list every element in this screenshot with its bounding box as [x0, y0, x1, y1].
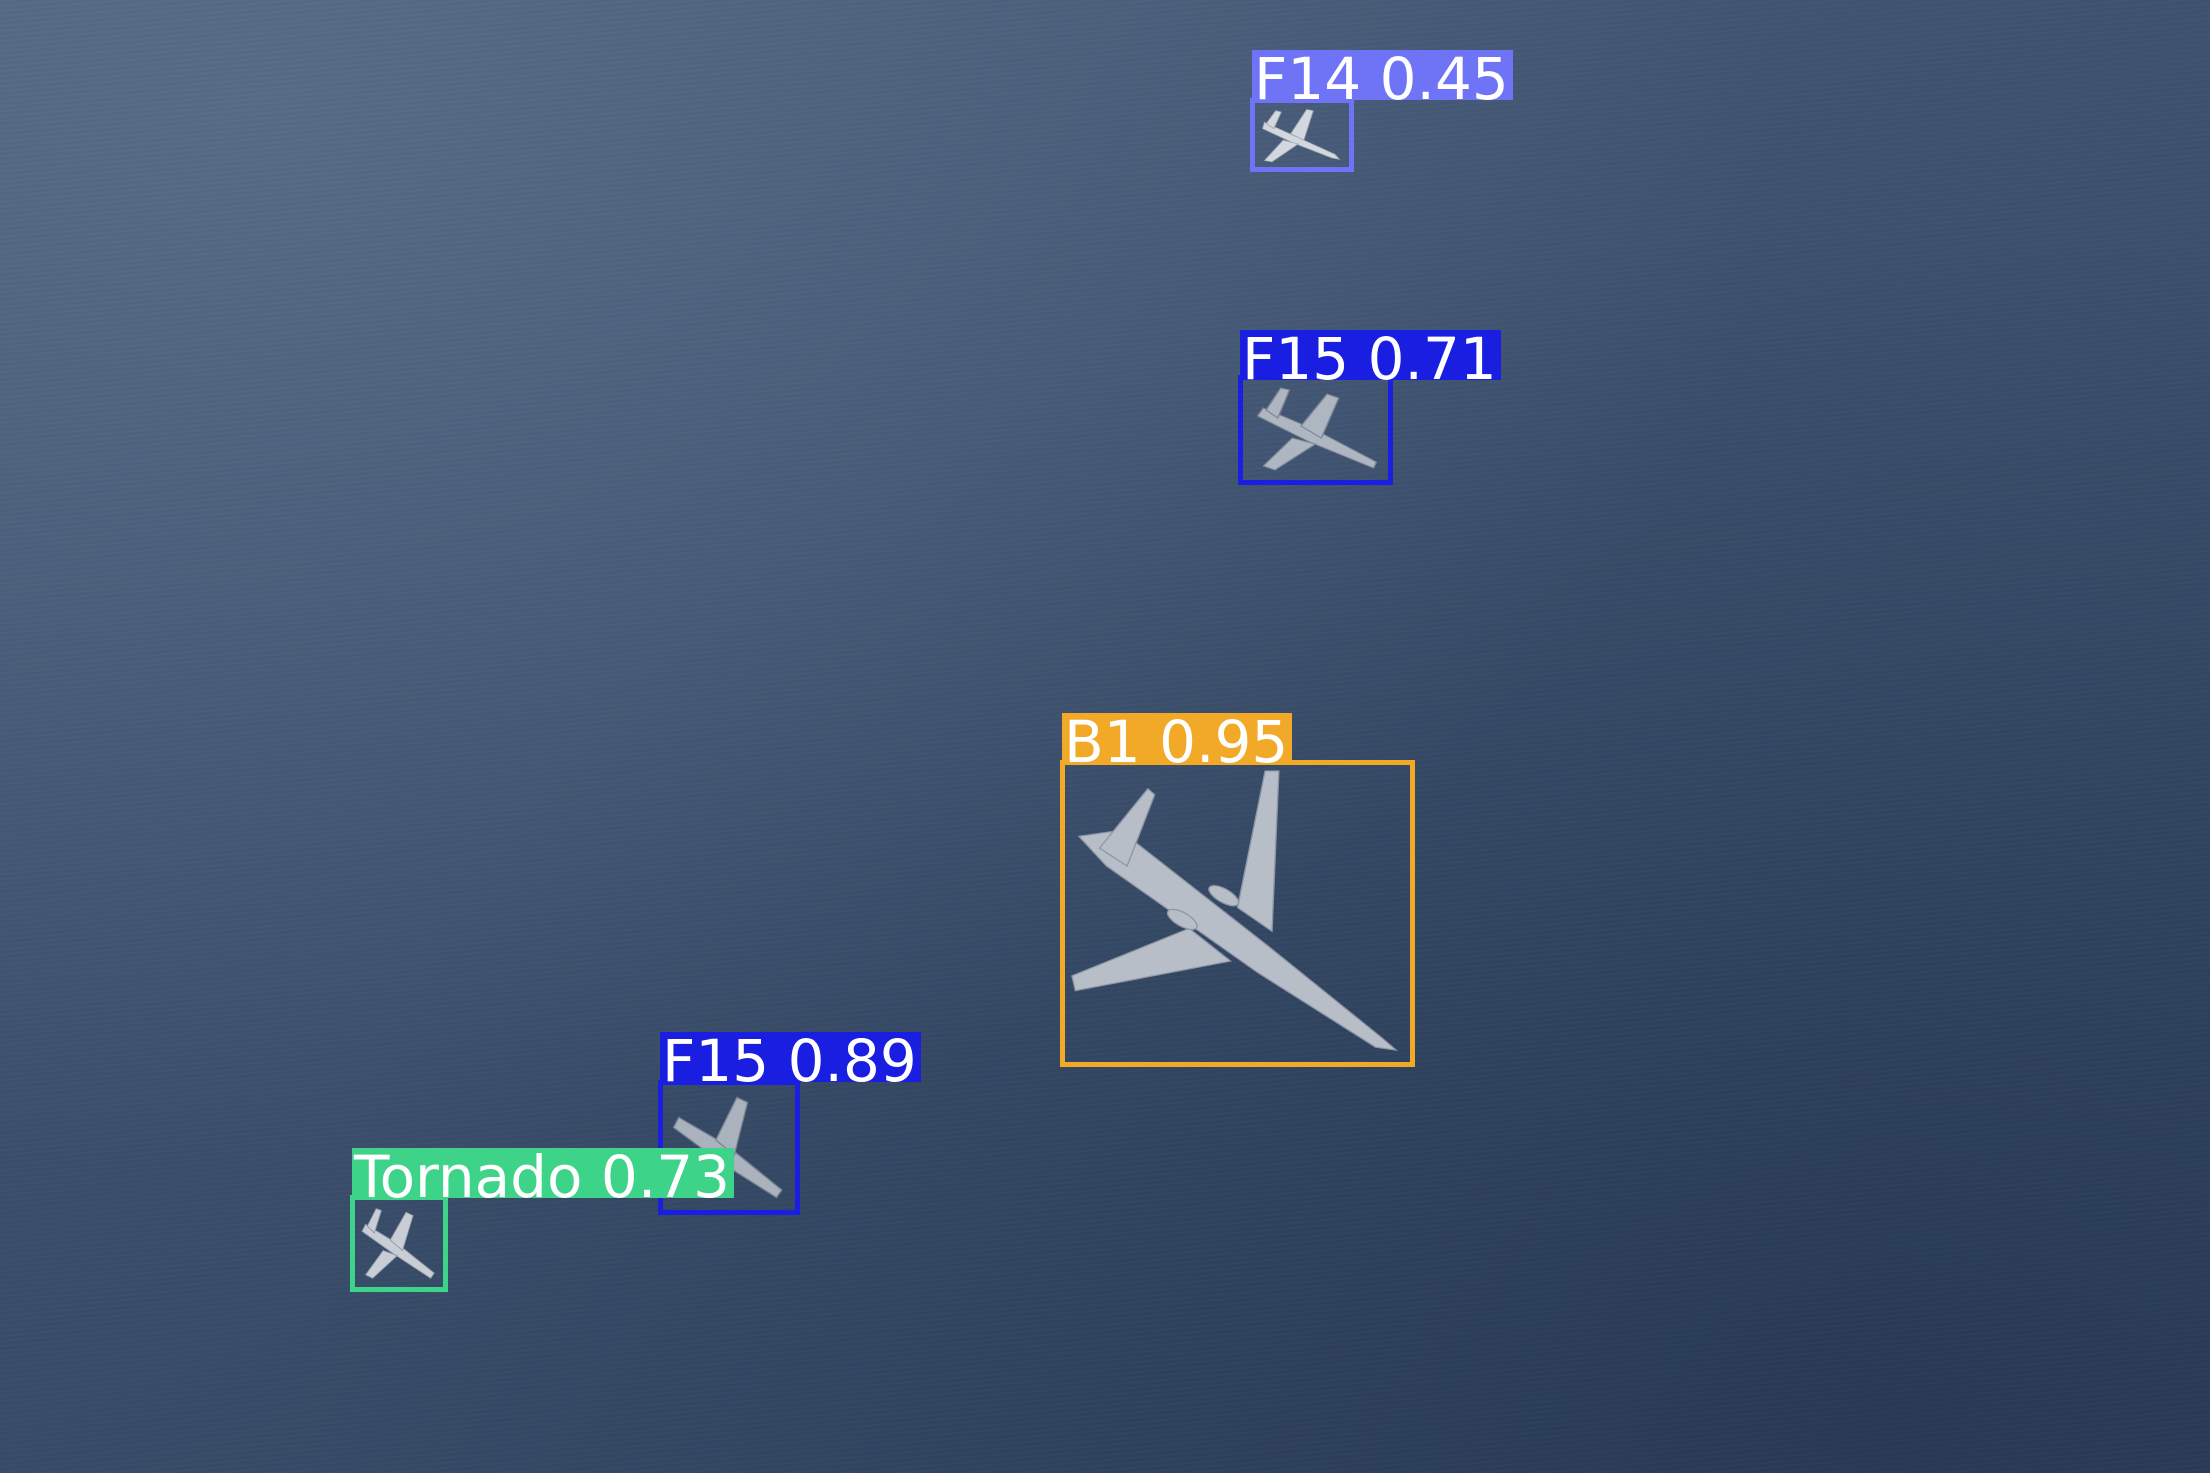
detection-box-b1 — [1060, 760, 1415, 1067]
tornado-fighter-aircraft — [361, 1208, 435, 1279]
f15-fighter-aircraft — [1256, 387, 1378, 471]
b1-bomber-aircraft — [1071, 770, 1399, 1052]
ocean-aerial-photo: B1 0.95 F14 0.45 F15 0.71 F15 0.89 Torna… — [0, 0, 2210, 1473]
detection-label-f15-lower: F15 0.89 — [660, 1032, 921, 1090]
detection-label-tornado: Tornado 0.73 — [352, 1148, 735, 1206]
detection-label-f14: F14 0.45 — [1252, 50, 1513, 108]
detection-label-b1: B1 0.95 — [1062, 713, 1293, 771]
detection-label-f15-upper: F15 0.71 — [1240, 330, 1501, 388]
